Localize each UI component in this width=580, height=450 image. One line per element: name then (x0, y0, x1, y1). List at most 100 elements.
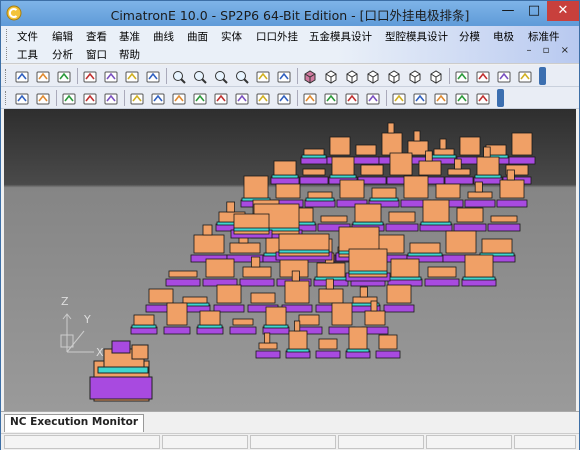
electrode-part[interactable] (424, 266, 460, 287)
toolbar-grip[interactable] (5, 69, 8, 83)
mdi-window-controls[interactable]: – ▫ × (526, 45, 573, 56)
delete-icon[interactable] (34, 90, 50, 106)
electrode-part[interactable] (419, 199, 453, 232)
light-icon[interactable] (453, 68, 469, 84)
pick-icon[interactable] (81, 90, 97, 106)
render-icon[interactable] (474, 68, 490, 84)
electrode-part[interactable] (196, 310, 224, 335)
wire-cube-icon[interactable] (322, 68, 338, 84)
electrode-part[interactable] (300, 148, 328, 165)
select-icon[interactable] (13, 90, 29, 106)
point-icon[interactable] (390, 90, 406, 106)
layer-icon[interactable] (495, 68, 511, 84)
tools-icon[interactable] (322, 90, 338, 106)
link-icon[interactable] (123, 68, 139, 84)
electrode-slab[interactable] (230, 213, 273, 239)
fillet-icon[interactable] (191, 90, 207, 106)
undo-icon[interactable] (81, 68, 97, 84)
menu-edit[interactable]: 编辑 (52, 29, 73, 44)
menu-analysis[interactable]: 分析 (52, 47, 73, 62)
paste-icon[interactable] (128, 90, 144, 106)
electrode-part[interactable] (270, 160, 300, 185)
electrode-part[interactable] (352, 144, 380, 165)
copy-icon[interactable] (102, 90, 118, 106)
edit-icon[interactable] (343, 90, 359, 106)
zoom-window-icon[interactable] (170, 68, 186, 84)
measure-icon[interactable] (516, 68, 532, 84)
blend-icon[interactable] (212, 90, 228, 106)
zoom-in-icon[interactable] (191, 68, 207, 84)
electrode-part[interactable] (345, 326, 371, 359)
menu-parting[interactable]: 分模 (459, 29, 480, 44)
menu-die-design[interactable]: 五金模具设计 (309, 29, 372, 44)
tab-nc-execution-monitor[interactable]: NC Execution Monitor (4, 414, 145, 432)
toolbar-overflow-button[interactable] (497, 89, 504, 107)
electrode-part[interactable] (385, 211, 419, 232)
move-icon[interactable] (149, 90, 165, 106)
redo-icon[interactable] (102, 68, 118, 84)
menu-standard-parts[interactable]: 标准件 (528, 29, 560, 44)
check-icon[interactable] (453, 90, 469, 106)
save-icon[interactable] (55, 68, 71, 84)
electrode-part[interactable] (375, 334, 401, 359)
electrode-part[interactable] (508, 132, 536, 165)
toolbar-overflow-button[interactable] (539, 67, 546, 85)
zoom-icon[interactable] (233, 68, 249, 84)
tree-icon[interactable] (144, 68, 160, 84)
menu-surface[interactable]: 曲面 (187, 29, 208, 44)
electrode-part[interactable] (336, 179, 368, 208)
electrode-part[interactable] (453, 207, 487, 232)
menu-window[interactable]: 窗口 (86, 47, 107, 62)
menu-view[interactable]: 查看 (86, 29, 107, 44)
swap-icon[interactable] (275, 90, 291, 106)
electrode-slab[interactable] (275, 233, 333, 261)
electrode-part[interactable] (213, 284, 245, 313)
right-cube-icon[interactable] (406, 68, 422, 84)
trim-icon[interactable] (364, 90, 380, 106)
bottom-cube-icon[interactable] (427, 68, 443, 84)
iso-cube-icon[interactable] (343, 68, 359, 84)
menu-file[interactable]: 文件 (17, 29, 38, 44)
menu-curve[interactable]: 曲线 (153, 29, 174, 44)
line-icon[interactable] (411, 90, 427, 106)
electrode-part[interactable] (315, 338, 341, 359)
pan-icon[interactable] (254, 68, 270, 84)
electrode-part[interactable] (163, 302, 191, 335)
electrode-part[interactable] (387, 258, 423, 287)
align-icon[interactable] (254, 90, 270, 106)
toolbar-grip[interactable] (5, 91, 8, 105)
sketch-icon[interactable] (301, 90, 317, 106)
menu-grip[interactable] (6, 29, 9, 42)
shaded-cube-icon[interactable] (301, 68, 317, 84)
curve-icon[interactable] (432, 90, 448, 106)
transform-icon[interactable] (233, 90, 249, 106)
menu-mold-design[interactable]: 型腔模具设计 (385, 29, 448, 44)
model-canvas[interactable]: Z Y X (4, 109, 576, 411)
electrode-part[interactable] (304, 191, 336, 208)
menu-electrode[interactable]: 电极 (493, 29, 514, 44)
electrode-slab[interactable] (345, 248, 391, 282)
electrode-part[interactable] (202, 258, 238, 287)
electrode-part[interactable] (461, 254, 497, 287)
rotate-icon[interactable] (275, 68, 291, 84)
spline-icon[interactable] (474, 90, 490, 106)
electrode-part[interactable] (262, 306, 290, 335)
menu-tools[interactable]: 工具 (17, 47, 38, 62)
select-filter-icon[interactable] (60, 90, 76, 106)
graphics-viewport[interactable]: Z Y X (4, 109, 576, 411)
front-cube-icon[interactable] (364, 68, 380, 84)
electrode-part[interactable] (130, 314, 158, 335)
open-icon[interactable] (34, 68, 50, 84)
maximize-button[interactable]: □ (521, 1, 547, 21)
shape-icon[interactable] (170, 90, 186, 106)
electrode-part[interactable] (383, 284, 415, 313)
minimize-button[interactable]: — (495, 1, 521, 21)
close-button[interactable]: ✕ (547, 1, 579, 21)
title-bar[interactable]: CimatronE 10.0 - SP2P6 64-Bit Edition - … (1, 1, 579, 26)
menu-grip[interactable] (6, 47, 9, 60)
menu-solid[interactable]: 实体 (221, 29, 242, 44)
menu-help[interactable]: 帮助 (119, 47, 140, 62)
zoom-out-icon[interactable] (212, 68, 228, 84)
top-cube-icon[interactable] (385, 68, 401, 84)
menu-plugin[interactable]: 口口外挂 (256, 29, 298, 44)
